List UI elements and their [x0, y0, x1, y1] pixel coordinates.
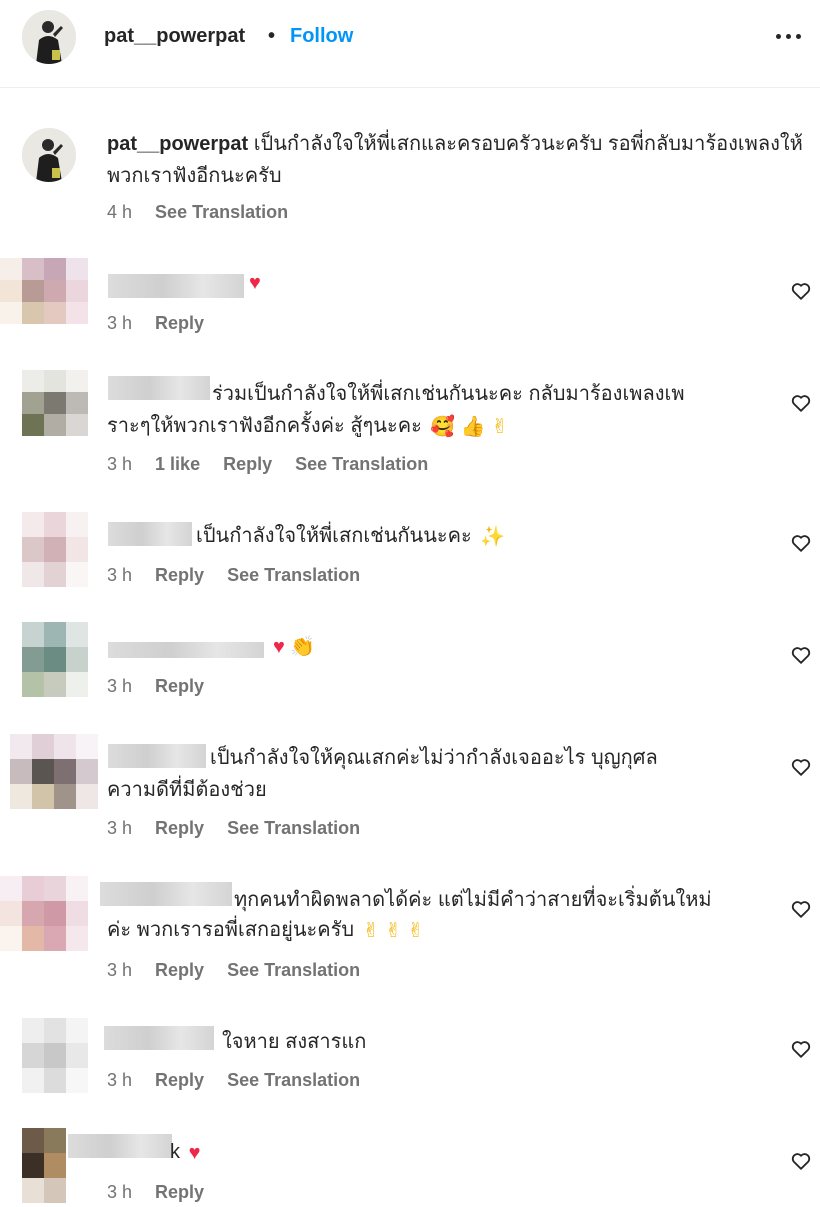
comment-text-line2-text: ค่ะ พวกเรารอพี่เสกอยู่นะครับ: [107, 919, 355, 941]
comment-text-line2: ราะๆให้พวกเราฟังอีกครั้งค่ะ สู้ๆนะคะ 🥰 👍…: [107, 410, 511, 443]
victory-hand-emojis: ✌ ✌ ✌: [362, 919, 425, 942]
caption-time: 4 h: [107, 202, 133, 222]
reply-button[interactable]: Reply: [155, 565, 204, 585]
see-translation-button[interactable]: See Translation: [227, 1070, 360, 1090]
see-translation-button[interactable]: See Translation: [227, 818, 360, 838]
like-heart-icon[interactable]: [790, 756, 816, 782]
reply-button[interactable]: Reply: [155, 960, 204, 980]
comment-text-line2: ความดีที่มีต้องช่วย: [107, 779, 267, 801]
commenter-username-blurred[interactable]: [108, 642, 264, 658]
comment-time: 3 h: [107, 1070, 133, 1090]
commenter-avatar[interactable]: [0, 258, 88, 324]
comment-text-line1: เป็นกำลังใจให้คุณเสกค่ะไม่ว่ากำลังเจออะไ…: [210, 747, 658, 769]
emoji-group: ♥ 👏: [273, 635, 316, 658]
author-avatar[interactable]: [22, 10, 76, 64]
separator-dot: •: [268, 25, 276, 47]
red-heart-emoji: ♥: [188, 1141, 201, 1164]
caption-text-block: pat__powerpat เป็นกำลังใจให้พี่เสกและครอ…: [107, 128, 807, 192]
comment-time: 3 h: [107, 313, 133, 333]
comment-meta: 3 h Reply: [107, 676, 222, 697]
commenter-username-blurred[interactable]: [108, 274, 244, 298]
comment-time: 3 h: [107, 565, 133, 585]
post-header: pat__powerpat • Follow: [0, 0, 820, 88]
see-translation-button[interactable]: See Translation: [155, 202, 288, 222]
like-heart-icon[interactable]: [790, 280, 816, 306]
comment-meta: 3 h Reply: [107, 1182, 222, 1203]
commenter-username-blurred[interactable]: [108, 522, 192, 546]
commenter-avatar[interactable]: [22, 1018, 88, 1094]
comment-time: 3 h: [107, 676, 133, 696]
comment-meta: 3 h Reply See Translation: [107, 1070, 378, 1091]
comment-text-fragment: k: [170, 1141, 180, 1163]
reply-button[interactable]: Reply: [223, 454, 272, 474]
author-username[interactable]: pat__powerpat: [104, 25, 245, 48]
comment-text: ♥: [246, 266, 264, 299]
comment-text-line1: ทุกคนทำผิดพลาดได้ค่ะ แต่ไม่มีคำว่าสายที่…: [234, 889, 712, 911]
commenter-avatar[interactable]: [22, 370, 88, 436]
like-heart-icon[interactable]: [790, 532, 816, 558]
commenter-username-blurred[interactable]: [108, 376, 210, 400]
caption-meta: 4 h See Translation: [107, 202, 306, 223]
comment-meta: 3 h Reply See Translation: [107, 818, 378, 839]
commenter-avatar[interactable]: [0, 876, 88, 952]
see-translation-button[interactable]: See Translation: [227, 565, 360, 585]
comment-time: 3 h: [107, 454, 133, 474]
reply-button[interactable]: Reply: [155, 1182, 204, 1202]
commenter-username-blurred[interactable]: [104, 1026, 214, 1050]
like-heart-icon[interactable]: [790, 392, 816, 418]
comment-time: 3 h: [107, 960, 133, 980]
likes-count[interactable]: 1 like: [155, 454, 200, 474]
red-heart-emoji: ♥: [249, 271, 261, 294]
comment-text-line2: ค่ะ พวกเรารอพี่เสกอยู่นะครับ ✌ ✌ ✌: [107, 914, 427, 947]
commenter-username-blurred[interactable]: [108, 744, 206, 768]
comment-time: 3 h: [107, 818, 133, 838]
comment-text: เป็นกำลังใจให้พี่เสกเช่นกันนะคะ ✨: [196, 520, 508, 553]
comment-meta: 3 h 1 like Reply See Translation: [107, 454, 446, 475]
more-options-icon[interactable]: [768, 18, 808, 54]
comment-meta: 3 h Reply See Translation: [107, 565, 378, 586]
reply-button[interactable]: Reply: [155, 1070, 204, 1090]
reply-button[interactable]: Reply: [155, 676, 204, 696]
commenter-avatar[interactable]: [10, 734, 98, 810]
reply-button[interactable]: Reply: [155, 313, 204, 333]
commenter-avatar[interactable]: [22, 1128, 66, 1204]
follow-button[interactable]: Follow: [290, 25, 353, 48]
comment-text-line1: ร่วมเป็นกำลังใจให้พี่เสกเช่นกันนะคะ กลับ…: [212, 383, 685, 405]
comment-meta: 3 h Reply: [107, 313, 222, 334]
comment-time: 3 h: [107, 1182, 133, 1202]
comment-text-line2-text: ราะๆให้พวกเราฟังอีกครั้งค่ะ สู้ๆนะคะ: [107, 415, 422, 437]
comment-text: k ♥: [170, 1136, 203, 1169]
comment-text: ♥ 👏: [270, 630, 318, 663]
comment-text: ใจหาย สงสารแก: [222, 1031, 367, 1053]
commenter-avatar[interactable]: [22, 622, 88, 698]
comment-meta: 3 h Reply See Translation: [107, 960, 378, 981]
caption-avatar[interactable]: [22, 128, 76, 182]
see-translation-button[interactable]: See Translation: [295, 454, 428, 474]
emoji-group: 🥰 👍 ✌: [430, 415, 509, 438]
like-heart-icon[interactable]: [790, 1038, 816, 1064]
commenter-username-blurred[interactable]: [100, 882, 232, 906]
commenter-avatar[interactable]: [22, 512, 88, 588]
sparkles-emoji: ✨: [480, 525, 506, 548]
comment-text-line1: เป็นกำลังใจให้พี่เสกเช่นกันนะคะ: [196, 525, 472, 547]
like-heart-icon[interactable]: [790, 1150, 816, 1176]
reply-button[interactable]: Reply: [155, 818, 204, 838]
commenter-username-blurred[interactable]: [68, 1134, 172, 1158]
like-heart-icon[interactable]: [790, 898, 816, 924]
caption-username[interactable]: pat__powerpat: [107, 133, 248, 155]
see-translation-button[interactable]: See Translation: [227, 960, 360, 980]
like-heart-icon[interactable]: [790, 644, 816, 670]
